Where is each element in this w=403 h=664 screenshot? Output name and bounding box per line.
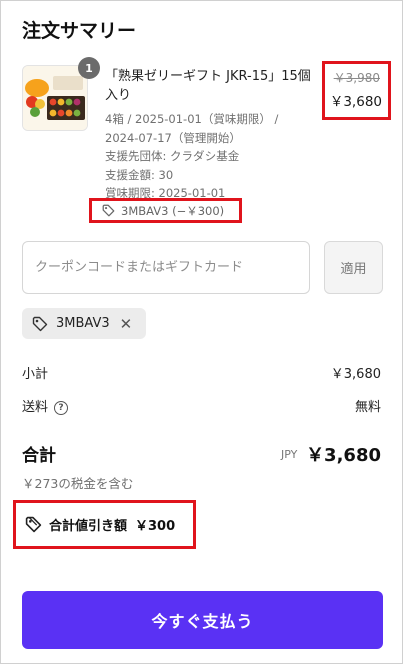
- tag-icon: [25, 516, 42, 533]
- original-price: ￥3,980: [333, 71, 380, 85]
- close-icon[interactable]: ✕: [120, 315, 133, 333]
- product-meta-line: 4箱 / 2025-01-01（賞味期限） /: [105, 112, 279, 126]
- apply-button[interactable]: 適用: [324, 241, 383, 294]
- savings-label: 合計値引き額: [49, 519, 128, 534]
- product-thumbnail: [22, 65, 88, 131]
- applied-coupon-code: 3MBAV3: [56, 316, 110, 331]
- tag-icon: [102, 204, 115, 217]
- tag-icon: [32, 316, 48, 332]
- pay-now-button[interactable]: 今すぐ支払う: [22, 591, 383, 649]
- total-label: 合計: [22, 446, 56, 466]
- price-highlight: ￥3,980 ￥3,680: [322, 61, 391, 120]
- product-meta-line: 支援金額: 30: [105, 167, 174, 182]
- shipping-row: 送料?: [22, 396, 69, 415]
- product-meta: 4箱 / 2025-01-01（賞味期限） / 2024-07-17（管理開始）…: [105, 110, 305, 203]
- subtotal-value: ￥3,680: [330, 367, 381, 382]
- jelly-gift-image: [23, 66, 87, 130]
- item-discount-highlight: 3MBAV3 (−￥300): [89, 198, 242, 223]
- page-title: 注文サマリー: [22, 20, 137, 42]
- subtotal-label: 小計: [22, 367, 49, 382]
- shipping-label: 送料: [22, 400, 49, 415]
- order-summary-panel: 注文サマリー 1 「熟果ゼリーギフト JKR-15」15個入り 4箱 / 202…: [0, 0, 403, 664]
- product-meta-line: 支援先団体: クラダシ基金: [105, 149, 240, 163]
- shipping-value: 無料: [354, 400, 381, 415]
- product-meta-line: 2024-07-17（管理開始）: [105, 130, 241, 145]
- applied-coupon-chip: 3MBAV3 ✕: [22, 308, 146, 339]
- coupon-code-input[interactable]: [22, 241, 310, 294]
- current-price: ￥3,680: [329, 94, 382, 110]
- tax-note: ￥273の税金を含む: [22, 476, 134, 491]
- quantity-badge: 1: [78, 57, 100, 79]
- product-name: 「熟果ゼリーギフト JKR-15」15個入り: [105, 69, 311, 103]
- help-circle-icon[interactable]: ?: [54, 401, 69, 415]
- item-discount-text: 3MBAV3 (−￥300): [121, 203, 225, 218]
- total-currency: JPY: [281, 448, 298, 461]
- product-thumbnail-wrap: 1: [22, 57, 100, 131]
- total-savings-highlight: 合計値引き額 ￥300: [13, 500, 196, 549]
- savings-value: ￥300: [135, 519, 176, 534]
- total-value: ￥3,680: [306, 445, 381, 466]
